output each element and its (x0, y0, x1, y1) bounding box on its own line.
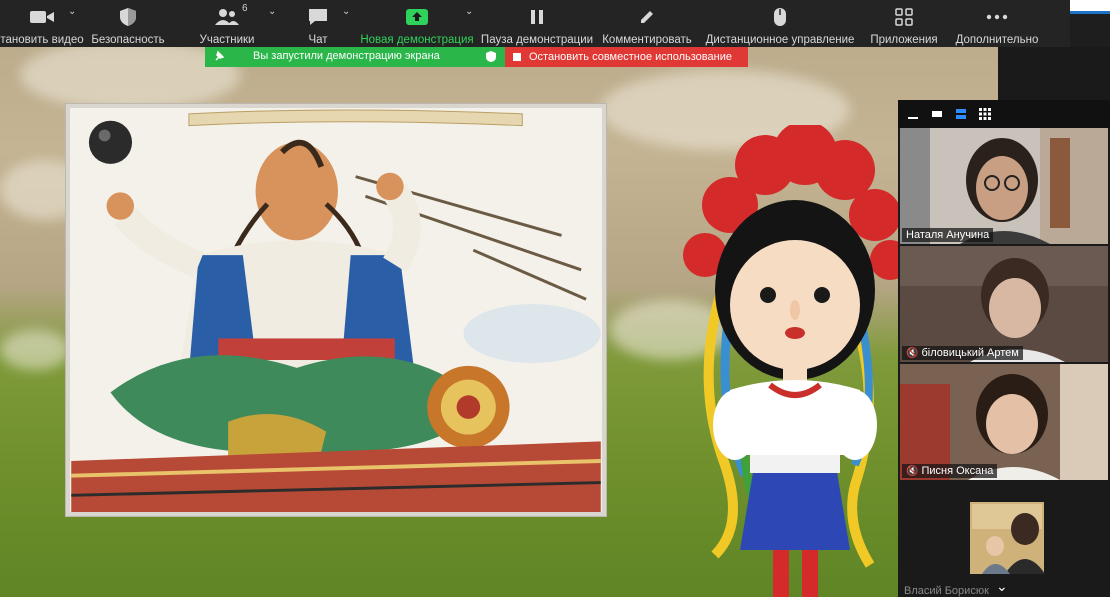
participants-count: 6 (242, 3, 248, 14)
chat-icon (307, 6, 329, 28)
new-share-label: Новая демонстрация (360, 34, 474, 46)
more-label: Дополнительно (955, 34, 1039, 46)
shield-icon (119, 6, 137, 28)
chat-label: Чат (308, 34, 328, 46)
participant-name-tag: 🔇 Писня Оксана (902, 464, 998, 478)
participant-video (900, 128, 1108, 244)
more-icon (986, 6, 1008, 28)
video-button[interactable]: тановить видео ⌄ (0, 0, 84, 47)
pause-share-button[interactable]: Пауза демонстрации (480, 0, 594, 47)
participants-label: Участники (199, 34, 255, 46)
participants-icon (214, 6, 240, 28)
remote-control-label: Дистанционное управление (705, 34, 855, 46)
chevron-down-icon[interactable]: ⌄ (68, 6, 76, 17)
remote-control-button[interactable]: Дистанционное управление (700, 0, 860, 47)
chevron-down-icon[interactable]: ⌄ (465, 6, 473, 17)
chevron-down-icon[interactable]: ⌄ (268, 6, 276, 17)
chat-button[interactable]: Чат ⌄ (282, 0, 354, 47)
more-button[interactable]: Дополнительно (948, 0, 1046, 47)
video-panel: Наталя Анучина 🔇 біловицький Артем 🔇 Пис… (898, 100, 1110, 597)
shield-icon (485, 50, 497, 66)
video-camera-icon (29, 6, 55, 28)
cloud (0, 330, 70, 370)
mic-muted-icon: 🔇 (906, 347, 919, 359)
apps-button[interactable]: Приложения (860, 0, 948, 47)
security-label: Безопасность (91, 34, 165, 46)
window-edge (1070, 0, 1110, 47)
cossack-painting (66, 104, 606, 516)
pencil-icon (638, 6, 656, 28)
participant-video (900, 364, 1108, 480)
window-edge-blue (1070, 11, 1110, 14)
apps-icon (895, 6, 913, 28)
participant-tile[interactable]: 🔇 Писня Оксана (900, 364, 1108, 480)
sharing-status-bar: Вы запустили демонстрацию экрана (205, 47, 505, 67)
participants-button[interactable]: Участники 6 ⌄ (172, 0, 282, 47)
pin-icon[interactable] (213, 50, 225, 65)
pause-share-label: Пауза демонстрации (480, 34, 594, 46)
mic-muted-icon: 🔇 (906, 465, 919, 477)
sharing-status-text: Вы запустили демонстрацию экрана (253, 50, 440, 62)
ukrainian-girl-illustration (655, 125, 905, 597)
single-view-icon[interactable] (930, 107, 944, 121)
video-label: тановить видео (0, 34, 84, 46)
strip-view-icon[interactable] (954, 107, 968, 121)
participant-name-tag: Власий Борисюк (904, 585, 989, 597)
girl-drawing (683, 125, 905, 597)
stop-share-label: Остановить совместное использование (529, 51, 732, 63)
participant-name-tag: 🔇 біловицький Артем (902, 346, 1023, 360)
participant-video (900, 246, 1108, 362)
participant-tile[interactable]: Наталя Анучина (900, 128, 1108, 244)
meeting-toolbar: тановить видео ⌄ Безопасность Участники … (0, 0, 1070, 47)
pause-icon (529, 6, 545, 28)
window-edge-white (1070, 0, 1110, 11)
annotate-button[interactable]: Комментировать (594, 0, 700, 47)
cossack-illustration (71, 108, 601, 512)
chevron-down-icon[interactable]: ⌄ (342, 6, 350, 17)
apps-label: Приложения (870, 34, 938, 46)
share-screen-icon (405, 6, 429, 28)
grid-view-icon[interactable] (978, 107, 992, 121)
minimize-icon[interactable] (906, 107, 920, 121)
security-button[interactable]: Безопасность (84, 0, 172, 47)
chevron-down-icon[interactable]: ⌄ (996, 578, 1008, 595)
shared-slide (0, 0, 998, 597)
panel-view-controls (898, 100, 1110, 128)
new-share-button[interactable]: Новая демонстрация ⌄ (354, 0, 480, 47)
participant-tile[interactable]: 🔇 біловицький Артем (900, 246, 1108, 362)
annotate-label: Комментировать (602, 34, 692, 46)
mouse-icon (773, 6, 787, 28)
participant-name-tag: Наталя Анучина (902, 228, 994, 242)
stop-icon (513, 53, 521, 61)
stop-share-button[interactable]: Остановить совместное использование (505, 47, 748, 67)
